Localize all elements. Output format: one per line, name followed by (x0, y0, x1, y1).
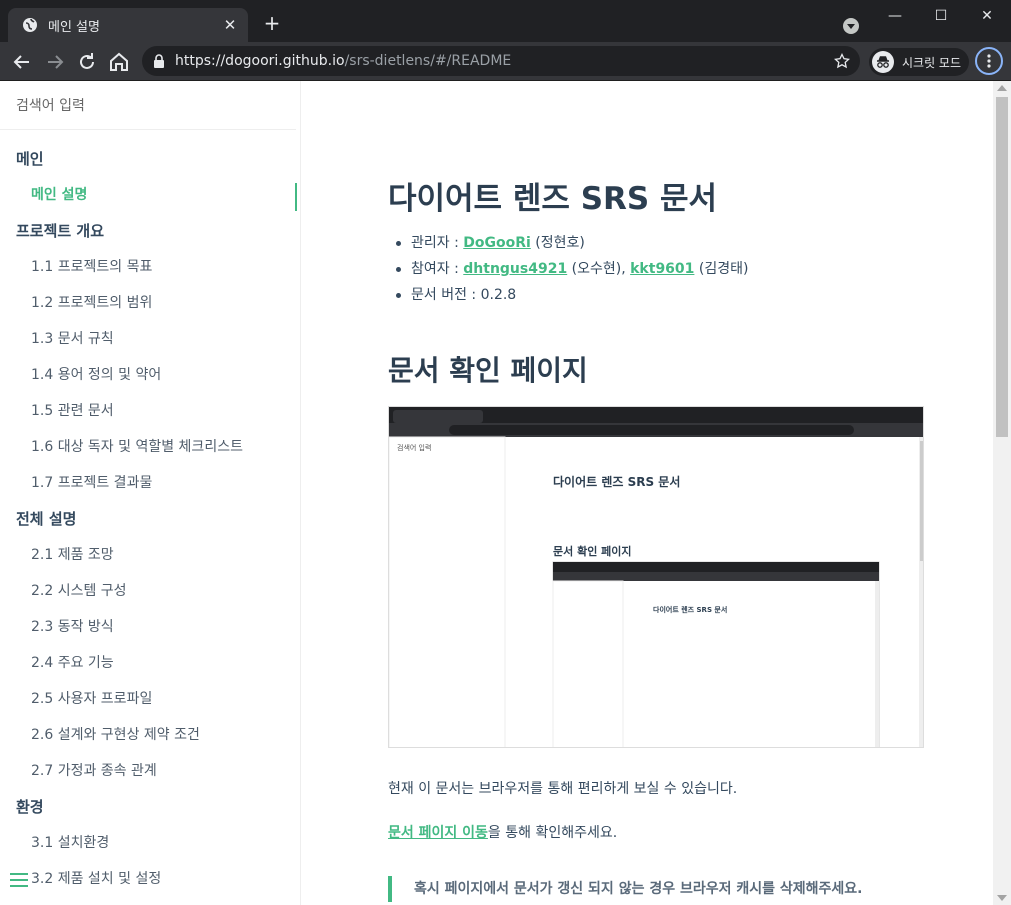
new-tab-icon[interactable]: + (262, 13, 282, 33)
mini-section-title: 문서 확인 페이지 (553, 545, 632, 558)
back-icon[interactable] (10, 50, 34, 74)
active-tab[interactable]: 메인 설명 ✕ (8, 8, 248, 42)
bookmark-star-icon[interactable] (834, 53, 850, 69)
lock-icon (154, 54, 164, 68)
url-text: https://dogoori.github.io/srs-dietlens/#… (175, 53, 512, 69)
docs-sidebar: 검색어 입력 메인 메인 설명 프로젝트 개요 1.1 프로젝트의 목표 1.2… (0, 81, 301, 905)
tab-strip: 메인 설명 ✕ + — ☐ ✕ (0, 0, 1011, 42)
admin-line: 관리자 : DoGooRi (정현호) (395, 230, 748, 256)
sidebar-item-3-2[interactable]: 3.2 제품 설치 및 설정 (0, 861, 300, 897)
browser-window: 메인 설명 ✕ + — ☐ ✕ https://dogoori.github.i… (0, 0, 1011, 905)
sidebar-item-1-5[interactable]: 1.5 관련 문서 (0, 393, 300, 429)
sidebar-item-2-1[interactable]: 2.1 제품 조망 (0, 537, 300, 573)
reload-icon[interactable] (75, 50, 99, 74)
maximize-icon[interactable]: ☐ (918, 0, 964, 32)
sidebar-item-2-5[interactable]: 2.5 사용자 프로파일 (0, 681, 300, 717)
sidebar-item-2-4[interactable]: 2.4 주요 기능 (0, 645, 300, 681)
sidebar-item-1-6[interactable]: 1.6 대상 독자 및 역할별 체크리스트 (0, 429, 300, 465)
scroll-down-icon[interactable] (997, 895, 1007, 901)
mini-title: 다이어트 렌즈 SRS 문서 (553, 475, 681, 489)
more-vert-icon (987, 54, 991, 68)
browser-menu-button[interactable] (975, 47, 1003, 75)
intro-paragraph: 현재 이 문서는 브라우저를 통해 편리하게 보실 수 있습니다. (388, 781, 738, 797)
browser-toolbar: https://dogoori.github.io/srs-dietlens/#… (0, 42, 1011, 81)
main-content: 다이어트 렌즈 SRS 문서 관리자 : DoGooRi (정현호) 참여자 :… (301, 81, 993, 905)
sidebar-nav: 메인 메인 설명 프로젝트 개요 1.1 프로젝트의 목표 1.2 프로젝트의 … (0, 141, 300, 897)
globe-icon (23, 18, 37, 32)
sidebar-item-1-7[interactable]: 1.7 프로젝트 결과물 (0, 465, 300, 501)
sidebar-section-overview[interactable]: 프로젝트 개요 (0, 213, 300, 249)
sidebar-item-2-6[interactable]: 2.6 설계와 구현상 제약 조건 (0, 717, 300, 753)
sidebar-toggle-icon[interactable] (10, 873, 28, 887)
tab-title: 메인 설명 (48, 19, 100, 35)
cache-note-blockquote: 혹시 페이지에서 문서가 갱신 되지 않는 경우 브라우저 캐시를 삭제해주세요… (388, 876, 948, 902)
sidebar-item-1-3[interactable]: 1.3 문서 규칙 (0, 321, 300, 357)
version-line: 문서 버전 : 0.2.8 (395, 282, 748, 308)
sidebar-item-1-1[interactable]: 1.1 프로젝트의 목표 (0, 249, 300, 285)
vertical-scrollbar[interactable] (993, 81, 1011, 905)
sidebar-item-1-4[interactable]: 1.4 용어 정의 및 약어 (0, 357, 300, 393)
admin-link[interactable]: DoGooRi (463, 235, 531, 251)
tab-search-icon[interactable] (843, 18, 859, 34)
sidebar-item-2-7[interactable]: 2.7 가정과 종속 관계 (0, 753, 300, 789)
contributors-line: 참여자 : dhtngus4921 (오수현), kkt9601 (김경태) (395, 256, 748, 282)
mini-search: 검색어 입력 (397, 444, 432, 452)
meta-list: 관리자 : DoGooRi (정현호) 참여자 : dhtngus4921 (오… (395, 230, 748, 308)
sidebar-item-2-3[interactable]: 2.3 동작 방식 (0, 609, 300, 645)
page-title: 다이어트 렌즈 SRS 문서 (388, 181, 718, 217)
scrollbar-thumb[interactable] (996, 97, 1008, 437)
mini-mini-title: 다이어트 렌즈 SRS 문서 (653, 606, 728, 614)
link-paragraph: 문서 페이지 이동을 통해 확인해주세요. (388, 825, 618, 841)
sidebar-section-description[interactable]: 전체 설명 (0, 501, 300, 537)
sidebar-section-environment[interactable]: 환경 (0, 789, 300, 825)
contributor-link-2[interactable]: kkt9601 (630, 261, 694, 277)
minimize-icon[interactable]: — (872, 0, 918, 32)
page-viewport: 검색어 입력 메인 메인 설명 프로젝트 개요 1.1 프로젝트의 목표 1.2… (0, 81, 1011, 905)
home-icon[interactable] (107, 50, 131, 74)
sidebar-item-main-desc[interactable]: 메인 설명 (0, 177, 300, 213)
sidebar-item-1-2[interactable]: 1.2 프로젝트의 범위 (0, 285, 300, 321)
contributor-link-1[interactable]: dhtngus4921 (463, 261, 567, 277)
docs-page-link[interactable]: 문서 페이지 이동 (388, 825, 488, 841)
scroll-up-icon[interactable] (997, 85, 1007, 91)
sidebar-item-2-2[interactable]: 2.2 시스템 구성 (0, 573, 300, 609)
search-input[interactable]: 검색어 입력 (0, 81, 296, 130)
incognito-indicator[interactable]: 시크릿 모드 (869, 48, 969, 76)
sidebar-section-main[interactable]: 메인 (0, 141, 300, 177)
section-title: 문서 확인 페이지 (388, 354, 588, 387)
window-close-icon[interactable]: ✕ (964, 0, 1010, 32)
incognito-label: 시크릿 모드 (902, 55, 962, 70)
sidebar-item-3-1[interactable]: 3.1 설치환경 (0, 825, 300, 861)
forward-icon[interactable] (43, 50, 67, 74)
address-bar[interactable]: https://dogoori.github.io/srs-dietlens/#… (142, 46, 860, 76)
incognito-icon (872, 51, 894, 73)
close-tab-icon[interactable]: ✕ (222, 17, 238, 33)
docs-screenshot-image: 다이어트 렌즈 SRS 문서 문서 확인 페이지 검색어 입력 다이어트 렌즈 … (388, 406, 924, 748)
